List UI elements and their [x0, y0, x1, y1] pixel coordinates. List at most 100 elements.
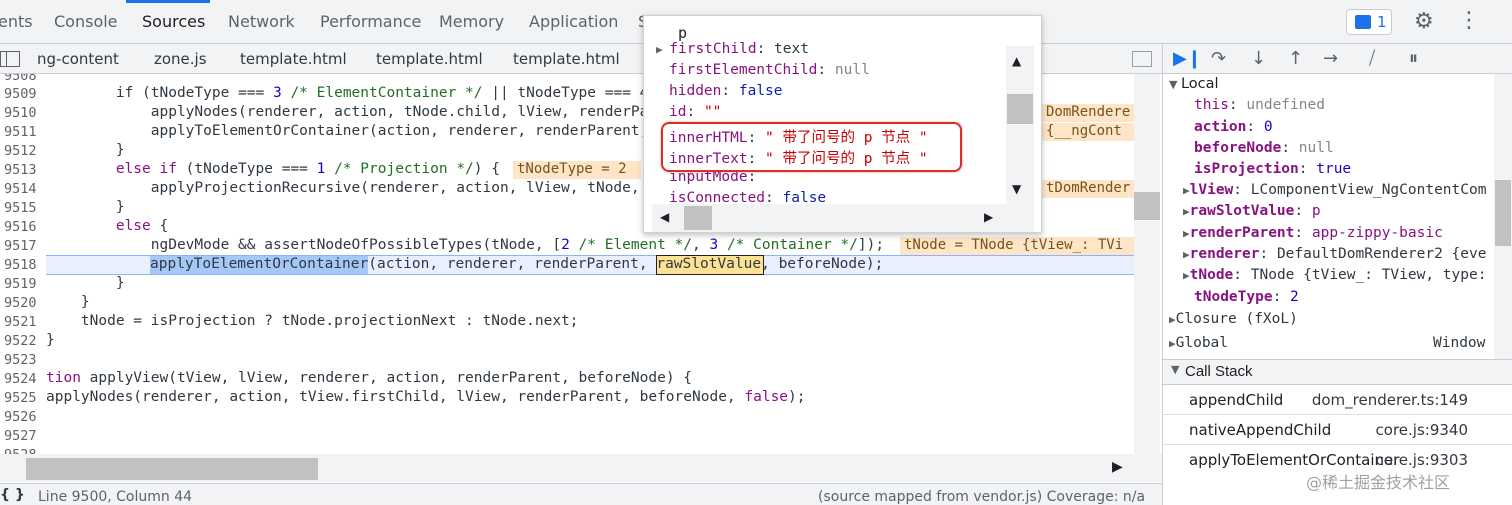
line-number[interactable]: 9522	[4, 333, 37, 349]
navigator-toggle-icon[interactable]	[0, 51, 20, 67]
debugger-toggle-icon[interactable]	[1132, 51, 1152, 67]
code-line: applyNodes(renderer, action, tNode.child…	[46, 104, 649, 120]
line-number[interactable]: 9525	[4, 390, 37, 406]
line-number[interactable]: 9528	[4, 447, 37, 454]
scroll-right-arrow-icon[interactable]: ▶	[1112, 459, 1123, 475]
expand-arrow-icon[interactable]: ▶	[1169, 337, 1176, 350]
line-number[interactable]: 9510	[4, 105, 37, 121]
line-number[interactable]: 9512	[4, 143, 37, 159]
expand-arrow-icon[interactable]: ▶	[1183, 269, 1190, 282]
expand-arrow-icon[interactable]: ▶	[1183, 184, 1190, 197]
line-number[interactable]: 9519	[4, 276, 37, 292]
editor-horizontal-scroll-thumb[interactable]	[26, 458, 318, 480]
scope-entry[interactable]: tNodeType: 2	[1194, 289, 1299, 305]
step-icon[interactable]: →	[1323, 48, 1338, 69]
step-over-icon[interactable]: ↷	[1211, 48, 1226, 69]
call-stack-header[interactable]: ▼ Call Stack	[1163, 359, 1512, 385]
expand-arrow-icon[interactable]: ▶	[1183, 205, 1190, 218]
tab-memory[interactable]: Memory	[439, 12, 504, 31]
issues-button[interactable]: 1	[1346, 9, 1392, 35]
current-function-token[interactable]: applyToElementOrContainer	[150, 256, 368, 272]
expand-arrow-icon[interactable]: ▶	[1169, 313, 1176, 326]
scope-entry[interactable]: action: 0	[1194, 119, 1273, 135]
line-number[interactable]: 9511	[4, 124, 37, 140]
scope-entry[interactable]: this: undefined	[1194, 97, 1325, 113]
tab-sources[interactable]: Sources	[142, 12, 205, 31]
step-into-icon[interactable]: ↓	[1251, 48, 1266, 69]
code-line: }	[46, 275, 125, 291]
call-frame[interactable]: appendChild dom_renderer.ts:149	[1163, 385, 1512, 415]
settings-gear-icon[interactable]: ⚙	[1414, 9, 1434, 34]
scope-entry[interactable]: ▶renderParent: app-zippy-basic	[1183, 225, 1443, 241]
popover-property[interactable]: ▶ firstChild: text	[656, 41, 809, 57]
inline-value: DomRendere	[1042, 104, 1134, 122]
popover-property[interactable]: firstElementChild: null	[669, 62, 870, 78]
annotation-highlight-box	[661, 122, 962, 172]
cursor-position: Line 9500, Column 44	[38, 489, 193, 505]
step-out-icon[interactable]: ↑	[1288, 48, 1303, 69]
line-gutter[interactable]: 9508 9509 9510 9511 9512 9513 9514 9515 …	[0, 74, 46, 454]
code-line: tion applyView(tView, lView, renderer, a…	[46, 370, 693, 386]
line-number[interactable]: 9523	[4, 352, 37, 368]
line-number[interactable]: 9515	[4, 200, 37, 216]
expand-arrow-icon[interactable]: ▶	[1183, 227, 1190, 240]
line-number[interactable]: 9517	[4, 238, 37, 254]
editor-vertical-scrollbar[interactable]	[1134, 74, 1160, 454]
line-number[interactable]: 9521	[4, 314, 37, 330]
scope-entry[interactable]: ▶lView: LComponentView_NgContentCom	[1183, 182, 1486, 198]
resume-icon[interactable]: ▶❙	[1173, 48, 1202, 69]
collapse-arrow-icon[interactable]: ▼	[1171, 363, 1179, 376]
scope-entry[interactable]: beforeNode: null	[1194, 140, 1334, 156]
file-tab[interactable]: zone.js	[154, 50, 207, 68]
scope-entry[interactable]: isProjection: true	[1194, 161, 1351, 177]
popover-property[interactable]: id: ""	[669, 104, 721, 120]
inline-value: tNodeType = 2	[513, 161, 641, 179]
editor-vertical-scroll-thumb[interactable]	[1134, 192, 1160, 220]
scope-closure[interactable]: ▶Closure (fXoL)	[1169, 311, 1298, 327]
file-tab[interactable]: template.html	[376, 50, 483, 68]
more-options-icon[interactable]: ⋮	[1458, 8, 1480, 33]
line-number[interactable]: 9513	[4, 162, 37, 178]
tab-elements[interactable]: ents	[0, 12, 33, 31]
popover-vertical-scroll-thumb[interactable]	[1007, 94, 1033, 124]
tab-network[interactable]: Network	[228, 12, 295, 31]
file-tab[interactable]: ng-content	[37, 50, 119, 68]
line-number[interactable]: 9509	[4, 86, 37, 102]
scope-local-header[interactable]: ▼ Local	[1169, 76, 1219, 92]
line-number[interactable]: 9524	[4, 371, 37, 387]
line-number[interactable]: 9516	[4, 219, 37, 235]
object-preview-popover[interactable]: p ▶ firstChild: text firstElementChild: …	[643, 15, 1042, 233]
scroll-left-arrow-icon[interactable]: ◀	[660, 210, 669, 224]
scope-global[interactable]: ▶Global	[1169, 335, 1228, 351]
tab-console[interactable]: Console	[54, 12, 118, 31]
line-number[interactable]: 9518	[4, 257, 37, 273]
scope-entry[interactable]: ▶rawSlotValue: p	[1183, 203, 1321, 219]
scope-entry[interactable]: ▶tNode: TNode {tView_: TView, type:	[1183, 267, 1486, 283]
expand-arrow-icon[interactable]: ▶	[1183, 248, 1190, 261]
raw-slot-value-token[interactable]: rawSlotValue	[656, 256, 761, 272]
line-number[interactable]: 9508	[4, 74, 37, 84]
line-number[interactable]: 9514	[4, 181, 37, 197]
popover-horizontal-scroll-thumb[interactable]	[684, 206, 712, 230]
scope-vertical-scroll-thumb[interactable]	[1495, 180, 1511, 246]
tab-performance[interactable]: Performance	[320, 12, 421, 31]
scroll-down-arrow-icon[interactable]: ▼	[1012, 182, 1021, 196]
tab-application[interactable]: Application	[529, 12, 618, 31]
expand-arrow-icon[interactable]: ▼	[1169, 78, 1181, 91]
call-frame[interactable]: nativeAppendChild core.js:9340	[1163, 415, 1512, 445]
deactivate-breakpoints-icon[interactable]: ⧸	[1369, 48, 1375, 69]
code-line: }	[46, 199, 125, 215]
scroll-up-arrow-icon[interactable]: ▲	[1012, 54, 1021, 68]
line-number[interactable]: 9527	[4, 428, 37, 444]
pause-on-exceptions-icon[interactable]: ⏸	[1409, 48, 1418, 69]
scope-entry[interactable]: ▶renderer: DefaultDomRenderer2 {eve	[1183, 246, 1486, 262]
line-number[interactable]: 9520	[4, 295, 37, 311]
popover-property[interactable]: hidden: false	[669, 83, 783, 99]
scroll-right-arrow-icon[interactable]: ▶	[984, 210, 993, 224]
issues-count: 1	[1377, 13, 1387, 31]
pretty-print-icon[interactable]: { }	[0, 487, 25, 503]
expand-arrow-icon[interactable]: ▶	[656, 43, 669, 56]
file-tab[interactable]: template.html	[240, 50, 347, 68]
file-tab[interactable]: template.html	[513, 50, 620, 68]
line-number[interactable]: 9526	[4, 409, 37, 425]
